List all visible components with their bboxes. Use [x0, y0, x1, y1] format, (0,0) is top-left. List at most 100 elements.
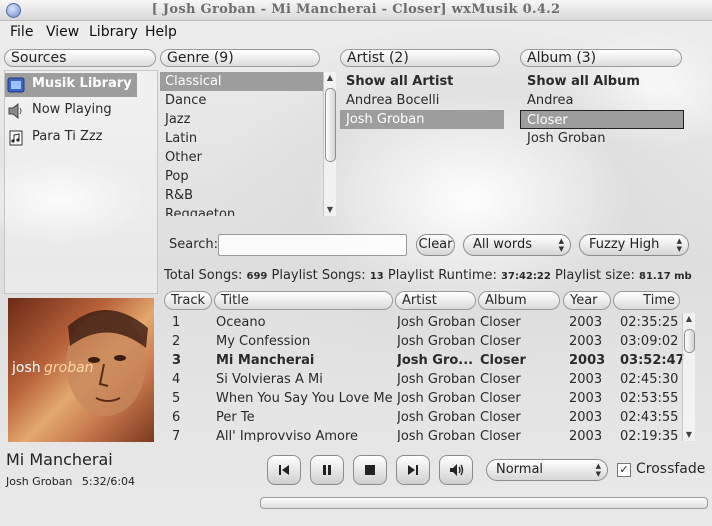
- scroll-thumb[interactable]: [684, 329, 695, 353]
- pause-button[interactable]: [310, 455, 344, 485]
- stop-button[interactable]: [353, 455, 387, 485]
- scroll-down-icon[interactable]: ▼: [683, 429, 695, 441]
- genre-header[interactable]: Genre (9): [160, 49, 320, 67]
- table-row[interactable]: 4 Si Volvieras A Mi Josh Groban Closer 2…: [164, 370, 684, 389]
- cell-time: 02:19:35: [620, 429, 679, 442]
- search-mode-select[interactable]: All words ▲ ▼: [463, 234, 571, 256]
- genre-item[interactable]: Other: [160, 148, 202, 167]
- table-row[interactable]: 7 All' Improvviso Amore Josh Groban Clos…: [164, 427, 684, 442]
- genre-item[interactable]: Classical: [160, 72, 323, 91]
- table-row[interactable]: 6 Per Te Josh Groban Closer 2003 02:43:5…: [164, 408, 684, 427]
- genre-item[interactable]: Reggaeton: [160, 205, 235, 216]
- table-row[interactable]: 5 When You Say You Love Me Josh Groban C…: [164, 389, 684, 408]
- table-row[interactable]: 2 My Confession Josh Groban Closer 2003 …: [164, 332, 684, 351]
- cell-album: Closer: [480, 334, 521, 349]
- cell-time: 03:52:47: [620, 353, 685, 368]
- scroll-down-icon[interactable]: ▼: [324, 204, 336, 216]
- cell-year: 2003: [569, 315, 603, 330]
- volume-icon: [450, 464, 464, 476]
- now-playing-time: 5:32/6:04: [81, 475, 136, 488]
- fuzzy-select[interactable]: Fuzzy High ▲ ▼: [579, 234, 689, 256]
- menu-view[interactable]: View: [46, 24, 79, 40]
- scroll-up-icon[interactable]: ▲: [683, 313, 695, 325]
- updown-icon: ▲ ▼: [558, 237, 564, 253]
- genre-item[interactable]: R&B: [160, 186, 193, 205]
- source-musik-library[interactable]: Musik Library: [5, 73, 137, 97]
- now-playing-title: Mi Mancherai: [6, 450, 113, 469]
- cell-track: 3: [172, 353, 182, 368]
- cell-album: Closer: [480, 353, 526, 368]
- cell-track: 1: [172, 315, 181, 330]
- genre-item[interactable]: Jazz: [160, 110, 190, 129]
- crossfade-checkbox[interactable]: ✓: [617, 463, 631, 477]
- cell-time: 02:45:30: [620, 372, 679, 387]
- cell-album: Closer: [480, 372, 521, 387]
- column-time[interactable]: Time: [613, 291, 680, 310]
- artist-header[interactable]: Artist (2): [340, 49, 500, 67]
- genre-scrollbar[interactable]: ▲ ▼: [323, 72, 336, 216]
- runtime-value: 37:42:22: [501, 271, 551, 282]
- search-input[interactable]: [218, 234, 407, 256]
- cell-artist: Josh Gro...: [397, 353, 474, 368]
- cell-artist: Josh Groban: [397, 372, 476, 387]
- clear-button[interactable]: Clear: [416, 234, 455, 256]
- source-playlist[interactable]: Para Ti Zzz: [5, 126, 157, 150]
- album-item[interactable]: Josh Groban: [520, 129, 605, 148]
- genre-item[interactable]: Pop: [160, 167, 189, 186]
- cell-album: Closer: [480, 410, 521, 425]
- volume-button[interactable]: [439, 455, 473, 485]
- cell-artist: Josh Groban: [397, 410, 476, 425]
- table-row[interactable]: 1 Oceano Josh Groban Closer 2003 02:35:2…: [164, 313, 684, 332]
- sources-header[interactable]: Sources: [4, 49, 156, 67]
- playlist-icon: [9, 130, 23, 146]
- artist-item[interactable]: Josh Groban: [340, 110, 504, 129]
- source-label: Musik Library: [32, 76, 132, 91]
- crossfade-label: Crossfade: [636, 461, 706, 477]
- cell-year: 2003: [569, 372, 603, 387]
- cell-track: 7: [172, 429, 181, 442]
- cell-artist: Josh Groban: [397, 429, 476, 442]
- album-item[interactable]: Andrea: [520, 91, 573, 110]
- cell-title: When You Say You Love Me: [216, 391, 392, 406]
- track-scrollbar[interactable]: ▲ ▼: [682, 313, 695, 441]
- cell-year: 2003: [569, 334, 603, 349]
- scroll-up-icon[interactable]: ▲: [324, 72, 336, 84]
- menu-file[interactable]: File: [10, 24, 33, 40]
- menu-library[interactable]: Library: [89, 24, 138, 40]
- artist-item[interactable]: Andrea Bocelli: [340, 91, 439, 110]
- title-bar: [ Josh Groban - Mi Mancherai - Closer] w…: [0, 0, 712, 21]
- album-item[interactable]: Show all Album: [520, 72, 640, 91]
- artist-list: Show all Artist Andrea Bocelli Josh Grob…: [340, 72, 506, 142]
- cell-time: 02:53:55: [620, 391, 679, 406]
- album-item[interactable]: Closer: [520, 110, 684, 129]
- track-progress-bar[interactable]: [260, 497, 708, 509]
- cell-title: Oceano: [216, 315, 266, 330]
- genre-item[interactable]: Dance: [160, 91, 206, 110]
- previous-icon: [279, 465, 289, 475]
- column-title[interactable]: Title: [214, 291, 393, 310]
- cell-title: My Confession: [216, 334, 311, 349]
- library-icon: [7, 77, 25, 93]
- play-mode-select[interactable]: Normal ▲ ▼: [486, 459, 608, 481]
- column-album[interactable]: Album: [478, 291, 560, 310]
- scroll-thumb[interactable]: [325, 88, 336, 162]
- updown-icon: ▲ ▼: [676, 237, 682, 253]
- genre-item[interactable]: Latin: [160, 129, 197, 148]
- size-label: Playlist size:: [554, 268, 635, 283]
- window-title: [ Josh Groban - Mi Mancherai - Closer] w…: [151, 2, 561, 17]
- column-artist[interactable]: Artist: [395, 291, 476, 310]
- column-year[interactable]: Year: [563, 291, 611, 310]
- next-button[interactable]: [396, 455, 430, 485]
- cell-artist: Josh Groban: [397, 315, 476, 330]
- menu-help[interactable]: Help: [145, 24, 177, 40]
- previous-button[interactable]: [267, 455, 301, 485]
- playlist-stats: Total Songs: 699 Playlist Songs: 13 Play…: [164, 268, 692, 283]
- source-now-playing[interactable]: Now Playing: [5, 99, 157, 123]
- cell-year: 2003: [569, 353, 606, 368]
- table-row-playing[interactable]: 3 Mi Mancherai Josh Gro... Closer 2003 0…: [164, 351, 685, 370]
- column-track[interactable]: Track: [164, 291, 212, 310]
- artist-item[interactable]: Show all Artist: [340, 72, 453, 91]
- total-songs-label: Total Songs:: [164, 268, 243, 283]
- cell-title: All' Improvviso Amore: [216, 429, 359, 442]
- album-header[interactable]: Album (3): [520, 49, 682, 67]
